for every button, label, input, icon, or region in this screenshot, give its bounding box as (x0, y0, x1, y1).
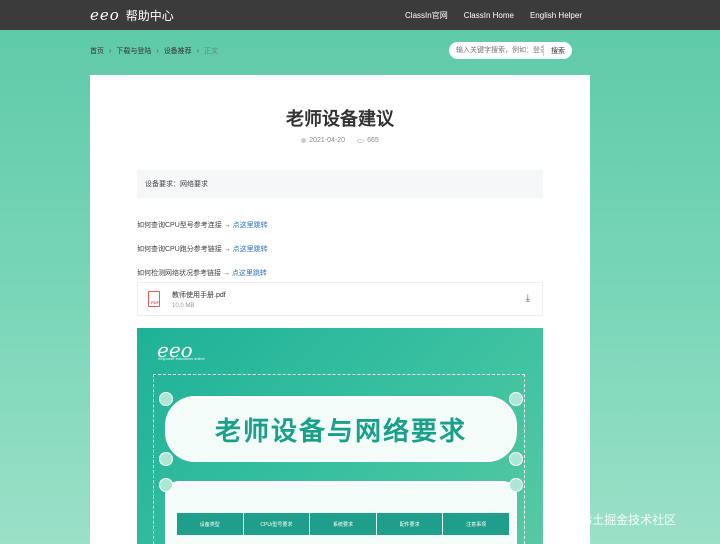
cpu-model-link[interactable]: 点这里跳转 (233, 222, 268, 229)
network-check-link[interactable]: 点这里跳转 (232, 270, 267, 277)
eye-icon (357, 138, 365, 143)
date-text: 2021-04-20 (309, 137, 346, 144)
help-center-title: 帮助中心 (125, 8, 174, 23)
views-text: 665 (367, 137, 379, 144)
poster-table-box: 设备类型 CPU/型号要求 系统要求 配件要求 注意事项 (165, 481, 517, 544)
top-nav: ClassIn官网 ClassIn Home English Helper (405, 0, 582, 30)
pdf-file-icon (148, 291, 161, 307)
poster-image: eeo empower education online 老师设备与网络要求 设… (137, 328, 543, 544)
line-text: 如何查询CPU型号参考连接 → (137, 222, 233, 229)
breadcrumb-device-recommend[interactable]: 设备推荐 (164, 46, 192, 56)
breadcrumb-separator: › (109, 47, 112, 55)
table-knob (509, 478, 523, 492)
article-date: 2021-04-20 (301, 137, 345, 144)
table-header-cell: CPU/型号要求 (244, 513, 311, 535)
requirement-block: 设备要求：网络要求 (137, 170, 543, 198)
line-text: 如何检测网络状况参考链接 → (137, 270, 232, 277)
breadcrumb-separator: › (196, 47, 200, 55)
table-header-cell: 配件要求 (377, 513, 444, 535)
search-box: 搜索 (449, 42, 572, 59)
banner-knob (159, 452, 173, 466)
poster-table-header: 设备类型 CPU/型号要求 系统要求 配件要求 注意事项 (177, 513, 509, 535)
attachment[interactable]: 教师使用手册.pdf 10.0 MB ⤓ (137, 282, 543, 316)
eeo-logo: eeo (90, 6, 120, 24)
banner-knob (509, 452, 523, 466)
top-bar: eeo 帮助中心 ClassIn官网 ClassIn Home English … (0, 0, 720, 30)
table-header-cell: 系统要求 (310, 513, 377, 535)
search-input[interactable] (449, 42, 543, 59)
table-header-cell: 注意事项 (466, 521, 487, 528)
breadcrumb-download-login[interactable]: 下载与登陆 (116, 46, 151, 56)
search-button[interactable]: 搜索 (544, 42, 572, 59)
table-header-cell: 设备类型 (177, 513, 244, 535)
nav-classin-home[interactable]: ClassIn Home (464, 11, 514, 20)
article-meta: 2021-04-20 665 (90, 137, 590, 144)
breadcrumb-home[interactable]: 首页 (90, 46, 104, 56)
download-icon[interactable]: ⤓ (526, 293, 530, 304)
attachment-info: 教师使用手册.pdf 10.0 MB (172, 290, 226, 309)
network-check-line: 如何检测网络状况参考链接 → 点这里跳转 (137, 268, 267, 278)
attachment-name[interactable]: 教师使用手册.pdf (172, 290, 226, 300)
cpu-model-line: 如何查询CPU型号参考连接 → 点这里跳转 (137, 220, 268, 230)
table-knob (159, 478, 173, 492)
cpu-score-line: 如何查询CPU跑分参考链接 → 点这里跳转 (137, 244, 268, 254)
clock-icon (301, 138, 307, 143)
article-card: 老师设备建议 2021-04-20 665 设备要求：网络要求 如何查询CPU型… (90, 75, 590, 544)
article-title: 老师设备建议 (286, 109, 394, 129)
poster-tagline: empower education online (158, 356, 205, 361)
line-text: 如何查询CPU跑分参考链接 → (137, 246, 233, 253)
article-views: 665 (357, 137, 379, 144)
banner-knob (159, 392, 173, 406)
breadcrumb-separator: › (156, 47, 159, 55)
nav-english-helper[interactable]: English Helper (530, 11, 582, 20)
cpu-score-link[interactable]: 点这里跳转 (233, 246, 268, 253)
watermark: @稀土掘金技术社区 (568, 513, 677, 527)
poster-banner: 老师设备与网络要求 (165, 396, 517, 462)
banner-knob (509, 392, 523, 406)
nav-classin-official[interactable]: ClassIn官网 (405, 10, 448, 21)
breadcrumb: 首页 › 下载与登陆 › 设备推荐 › 正文 (90, 46, 218, 56)
breadcrumb-current: 正文 (204, 48, 219, 55)
logo[interactable]: eeo 帮助中心 (90, 6, 174, 24)
poster-banner-title: 老师设备与网络要求 (214, 415, 467, 446)
attachment-size: 10.0 MB (172, 302, 195, 309)
